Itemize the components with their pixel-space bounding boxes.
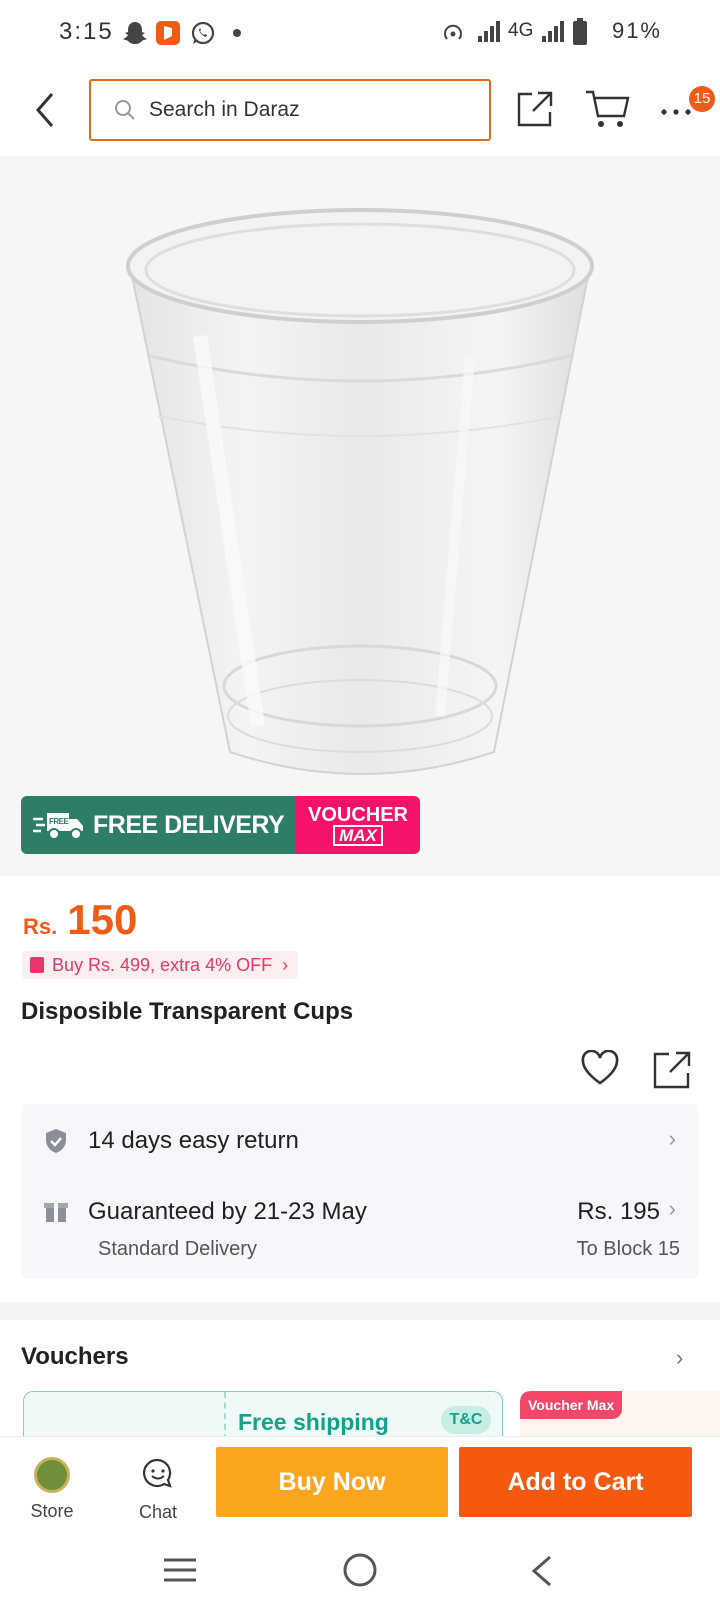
hotspot-icon [444, 24, 462, 40]
battery-icon [573, 18, 587, 45]
delivery-text: Guaranteed by 21-23 May [88, 1198, 367, 1225]
add-to-cart-button[interactable]: Add to Cart [459, 1447, 692, 1517]
chevron-right-icon[interactable]: › [676, 1345, 683, 1371]
search-icon [115, 100, 135, 120]
shield-check-icon [46, 1129, 66, 1153]
search-input[interactable]: Search in Daraz [89, 79, 491, 141]
network-type: 4G [508, 20, 534, 41]
delivery-destination: To Block 15 [576, 1238, 680, 1260]
nav-back-icon[interactable] [528, 1554, 556, 1588]
wishlist-heart-icon[interactable] [580, 1050, 620, 1086]
promo-icon [30, 957, 44, 973]
chat-label: Chat [138, 1502, 178, 1522]
free-delivery-banner: FREE FREE DELIVERY [21, 796, 296, 854]
back-arrow-icon[interactable] [28, 88, 64, 132]
whatsapp-icon [191, 21, 215, 45]
system-nav-bar [0, 1536, 720, 1612]
product-image[interactable]: FREE FREE DELIVERY VOUCHER MAX [0, 156, 720, 876]
voucher-max-tag: Voucher Max [520, 1391, 623, 1419]
battery-level: 91% [611, 18, 662, 43]
delivery-info-box: 14 days easy return › Guaranteed by 21-2… [22, 1104, 698, 1278]
delivery-type: Standard Delivery [98, 1238, 257, 1260]
buy-now-button[interactable]: Buy Now [216, 1447, 448, 1517]
signal-icon [478, 21, 500, 42]
chat-button[interactable]: Chat [128, 1457, 188, 1523]
delivery-truck-icon: FREE [33, 813, 83, 840]
home-icon[interactable] [342, 1552, 378, 1588]
search-placeholder: Search in Daraz [149, 98, 300, 121]
section-divider [0, 1302, 720, 1320]
dot-icon [233, 29, 241, 37]
price: Rs. 150 [23, 896, 137, 944]
voucher-max-banner: VOUCHER MAX [296, 796, 420, 854]
chevron-right-icon: › [668, 1126, 676, 1151]
bottom-action-bar: Store Chat Buy Now Add to Cart [0, 1436, 720, 1536]
voucher-label: Free shipping [238, 1409, 389, 1435]
max-label: MAX [333, 824, 383, 846]
chevron-right-icon: › [282, 954, 289, 975]
chat-icon [143, 1458, 172, 1488]
return-policy-row[interactable]: 14 days easy return › [22, 1104, 698, 1176]
promo-banner: FREE FREE DELIVERY VOUCHER MAX [21, 796, 420, 854]
cart-count-badge: 15 [689, 86, 715, 112]
status-time: 3:15 [59, 18, 114, 45]
store-label: Store [30, 1501, 74, 1521]
top-header: Search in Daraz [0, 66, 720, 156]
product-title: Disposible Transparent Cups [21, 998, 354, 1025]
app-notification-icon [156, 21, 180, 45]
signal-2-icon [542, 21, 564, 42]
store-button[interactable]: Store [22, 1457, 82, 1522]
price-value: 150 [67, 896, 138, 943]
chevron-right-icon: › [668, 1196, 676, 1221]
price-currency: Rs. [23, 914, 58, 939]
free-tag: FREE [49, 817, 70, 826]
free-delivery-label: FREE DELIVERY [93, 810, 285, 839]
cup-illustration [126, 208, 594, 775]
store-logo [34, 1457, 70, 1493]
voucher-label: VOUCHER [307, 803, 408, 826]
delivery-fee: Rs. 195 [577, 1198, 660, 1225]
status-bar: 3:15 4G 91% [0, 0, 720, 66]
return-text: 14 days easy return [88, 1127, 299, 1154]
share-icon[interactable] [516, 90, 554, 128]
package-icon [44, 1203, 68, 1222]
cart-icon[interactable] [584, 88, 630, 130]
promo-tag[interactable]: Buy Rs. 499, extra 4% OFF › [22, 951, 299, 979]
vouchers-heading: Vouchers [21, 1343, 129, 1370]
share-product-icon[interactable] [652, 1050, 692, 1090]
promo-text: Buy Rs. 499, extra 4% OFF [52, 954, 273, 975]
terms-button[interactable]: T&C [441, 1406, 491, 1434]
snapchat-icon [123, 22, 147, 44]
recent-apps-icon[interactable] [162, 1554, 198, 1586]
